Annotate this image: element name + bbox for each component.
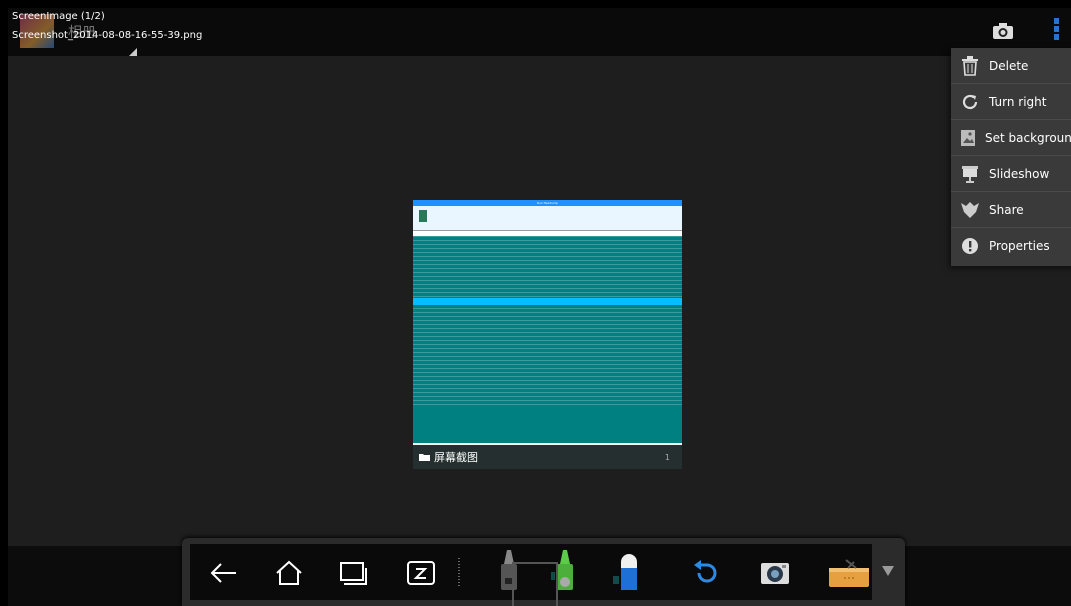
- album-caption-bar[interactable]: 屏幕截图 1: [413, 445, 682, 469]
- menu-item-properties[interactable]: Properties: [951, 228, 1071, 263]
- toolbox-icon: [829, 559, 869, 587]
- folder-icon: [419, 454, 430, 461]
- overflow-menu-icon: [1053, 18, 1059, 24]
- menu-item-delete[interactable]: Delete: [951, 48, 1071, 84]
- file-name: Screenshot_2014-08-08-16-55-39.png: [12, 30, 203, 41]
- camera-icon: [993, 23, 1013, 39]
- info-icon: [960, 236, 980, 256]
- overflow-dot: [1053, 26, 1059, 32]
- preview-header: [413, 206, 682, 230]
- menu-item-turn-right[interactable]: Turn right: [951, 84, 1071, 120]
- menu-label: Share: [989, 202, 1024, 217]
- overflow-dot: [1053, 34, 1059, 40]
- page-title: ScreenImage (1/2): [12, 11, 105, 22]
- menu-label: Properties: [989, 238, 1050, 253]
- trash-icon: [960, 55, 980, 76]
- selection-frame: [512, 562, 558, 606]
- home-button[interactable]: [272, 558, 306, 588]
- menu-item-set-background[interactable]: Set background: [951, 120, 1071, 156]
- selected-row: [413, 298, 682, 305]
- camera-button[interactable]: [992, 22, 1014, 40]
- action-bar: 相册 ScreenImage (1/2) Screenshot_2014-08-…: [8, 8, 1071, 56]
- menu-label: Set background: [985, 130, 1071, 145]
- back-icon: [210, 563, 236, 583]
- menu-label: Turn right: [989, 94, 1047, 109]
- collapse-toolbar-arrow[interactable]: [882, 566, 894, 576]
- undo-button[interactable]: [688, 558, 722, 588]
- eraser-button[interactable]: [608, 548, 642, 592]
- camera-icon: [761, 563, 789, 584]
- recent-apps-button[interactable]: [336, 558, 370, 588]
- screenshot-preview[interactable]: Run Hexdump 屏幕截图 1: [413, 200, 682, 469]
- album-caption: 屏幕截图: [434, 451, 478, 464]
- menu-label: Slideshow: [989, 166, 1050, 181]
- hexdump-rows: [413, 236, 682, 408]
- home-icon: [276, 560, 302, 585]
- camera-tool-button[interactable]: [758, 558, 792, 588]
- share-icon: [960, 200, 980, 220]
- spinner-indicator: [129, 48, 137, 56]
- recent-apps-icon: [340, 562, 367, 585]
- toolbar-divider: [458, 558, 460, 588]
- whiteboard-button[interactable]: [404, 558, 438, 588]
- toolbox-button[interactable]: [828, 558, 870, 588]
- whiteboard-icon: [407, 561, 435, 585]
- eraser-icon: [613, 554, 637, 590]
- menu-label: Delete: [989, 58, 1029, 73]
- overflow-menu: Delete Turn right Set background Slidesh…: [951, 48, 1071, 266]
- rotate-right-icon: [960, 92, 980, 112]
- gallery-screen: 相册 ScreenImage (1/2) Screenshot_2014-08-…: [8, 8, 1071, 606]
- slideshow-icon: [960, 164, 980, 184]
- undo-icon: [694, 560, 717, 583]
- photo-count: 1: [664, 452, 670, 462]
- back-button[interactable]: [206, 558, 240, 588]
- wallpaper-icon: [960, 128, 976, 148]
- menu-item-slideshow[interactable]: Slideshow: [951, 156, 1071, 192]
- app-icon: [419, 210, 427, 222]
- overflow-menu-button[interactable]: [1051, 16, 1061, 46]
- menu-item-share[interactable]: Share: [951, 192, 1071, 228]
